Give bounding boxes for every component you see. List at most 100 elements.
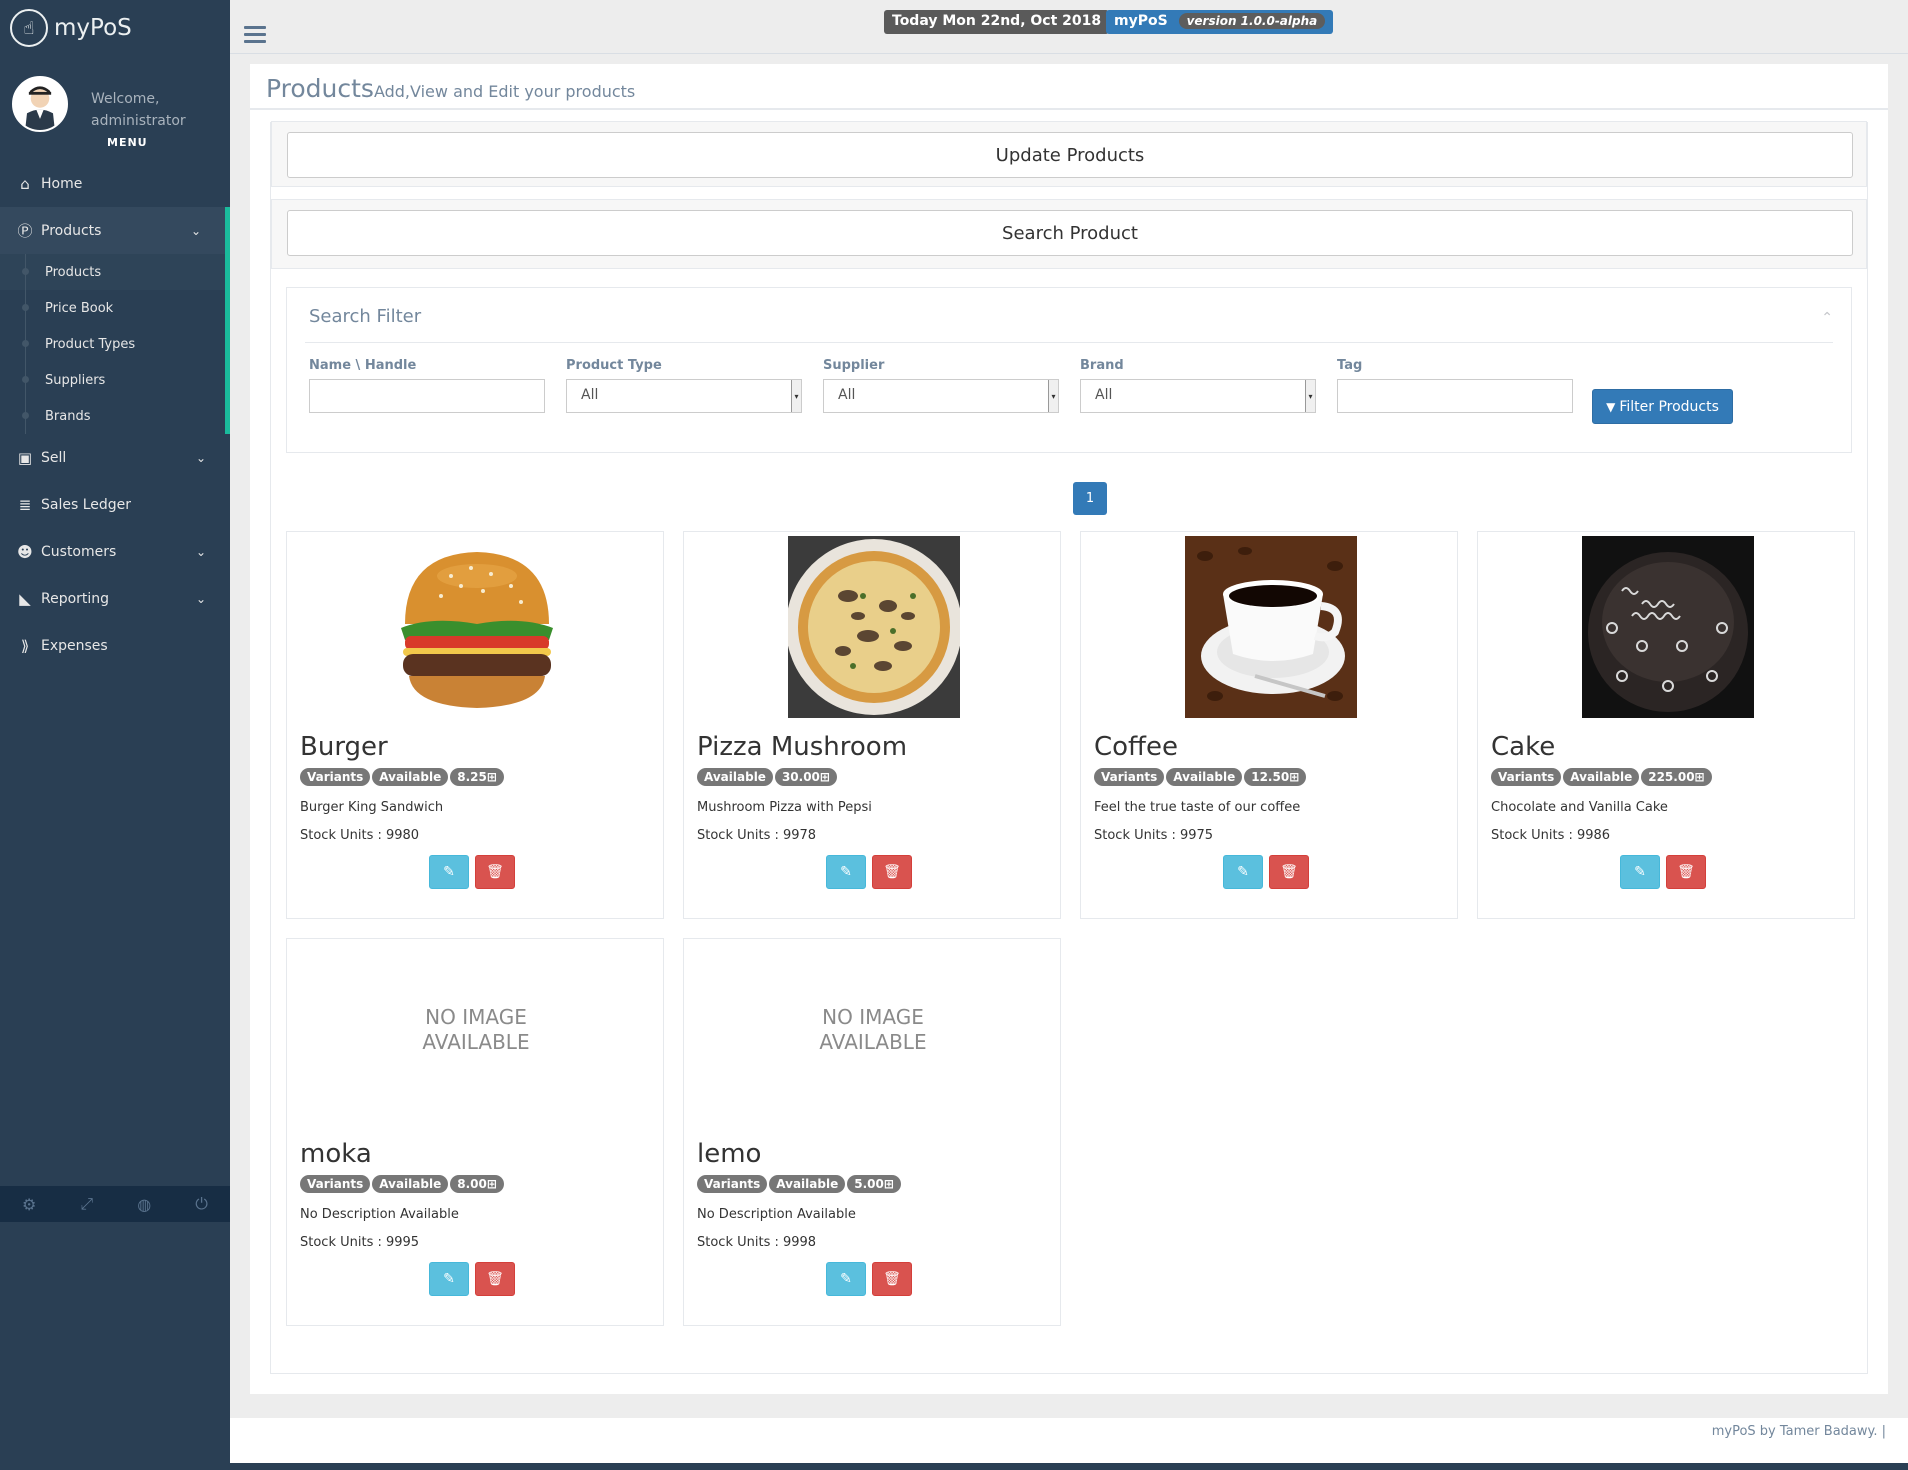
bottom-strip xyxy=(230,1463,1908,1470)
sidebar-footer: ⚙ ⤢ ◍ ⏻ xyxy=(0,1186,230,1222)
sidebar-item-label: Home xyxy=(41,175,83,192)
product-badges: Variants Available 225.00⊞ xyxy=(1491,768,1712,786)
pencil-icon: ✎ xyxy=(840,864,852,880)
brand[interactable]: ☝ myPoS xyxy=(0,0,230,56)
sidebar-item-home[interactable]: ⌂ Home xyxy=(0,160,230,207)
product-card: NO IMAGE AVAILABLE moka Variants Availab… xyxy=(286,938,664,1326)
sidebar-item-expenses[interactable]: ⟫ Expenses xyxy=(0,622,230,669)
search-filter: Search Filter ⌃ Name \ Handle Product Ty… xyxy=(286,287,1852,453)
sidebar-item-sales-ledger[interactable]: ≣ Sales Ledger xyxy=(0,481,230,528)
pencil-icon: ✎ xyxy=(1634,864,1646,880)
no-image-line-1: NO IMAGE xyxy=(822,1005,924,1029)
product-actions: ✎ 🗑 xyxy=(826,1262,912,1296)
database-icon: ≣ xyxy=(18,495,32,514)
delete-product-button[interactable]: 🗑 xyxy=(1666,855,1706,889)
price-badge: 225.00⊞ xyxy=(1641,768,1712,786)
product-image-cake xyxy=(1582,536,1754,718)
submenu-item-product-types[interactable]: Product Types xyxy=(0,326,225,362)
product-badges: Available 30.00⊞ xyxy=(697,768,837,786)
delete-product-button[interactable]: 🗑 xyxy=(475,1262,515,1296)
pencil-icon: ✎ xyxy=(1237,864,1249,880)
available-badge: Available xyxy=(769,1175,846,1193)
page-1-button[interactable]: 1 xyxy=(1073,482,1107,515)
available-badge: Available xyxy=(697,768,773,786)
submenu-item-products[interactable]: Products xyxy=(0,254,225,290)
product-type-label: Product Type xyxy=(566,358,662,373)
update-products-button[interactable]: Update Products xyxy=(287,132,1853,178)
sidebar-nav: ⌂ Home Ⓟ Products ⌄ Products Price Book … xyxy=(0,160,230,669)
submenu-item-price-book[interactable]: Price Book xyxy=(0,290,225,326)
fullscreen-icon[interactable]: ⤢ xyxy=(80,1194,93,1214)
supplier-filter: Supplier All ▾ xyxy=(823,358,1059,413)
variants-badge: Variants xyxy=(697,1175,768,1193)
product-card: Cake Variants Available 225.00⊞ Chocolat… xyxy=(1477,531,1855,919)
tag-input[interactable] xyxy=(1337,379,1573,413)
sidebar-item-label: Customers xyxy=(41,543,117,560)
variants-badge: Variants xyxy=(1491,768,1562,786)
trash-icon: 🗑 xyxy=(1677,864,1695,880)
submenu-item-brands[interactable]: Brands xyxy=(0,398,225,434)
settings-icon[interactable]: ⚙ xyxy=(22,1195,36,1214)
welcome-label: Welcome, xyxy=(91,91,160,107)
sidebar-item-customers[interactable]: ☻ Customers ⌄ xyxy=(0,528,230,575)
globe-icon[interactable]: ◍ xyxy=(137,1195,151,1214)
home-icon: ⌂ xyxy=(20,174,30,193)
available-badge: Available xyxy=(372,1175,449,1193)
avatar xyxy=(12,76,68,132)
search-product-button[interactable]: Search Product xyxy=(287,210,1853,256)
pencil-icon: ✎ xyxy=(840,1271,852,1287)
product-stock: Stock Units : 9986 xyxy=(1491,828,1611,843)
version-number: version 1.0.0-alpha xyxy=(1178,13,1326,29)
trash-icon: 🗑 xyxy=(486,864,504,880)
price-badge: 8.25⊞ xyxy=(450,768,504,786)
product-image-coffee xyxy=(1185,536,1357,718)
delete-product-button[interactable]: 🗑 xyxy=(872,855,912,889)
menu-toggle-icon[interactable] xyxy=(244,26,266,44)
product-image-burger xyxy=(391,536,563,718)
sidebar-item-sell[interactable]: ▣ Sell ⌄ xyxy=(0,434,230,481)
product-type-select[interactable]: All ▾ xyxy=(566,379,802,413)
variants-badge: Variants xyxy=(300,768,371,786)
edit-product-button[interactable]: ✎ xyxy=(826,855,866,889)
product-actions: ✎ 🗑 xyxy=(1620,855,1706,889)
no-image-placeholder: NO IMAGE AVAILABLE xyxy=(287,1005,665,1055)
brand-filter: Brand All ▾ xyxy=(1080,358,1316,413)
money-icon: ▣ xyxy=(17,448,33,467)
product-stock: Stock Units : 9978 xyxy=(697,828,817,843)
expenses-icon: ⟫ xyxy=(20,636,30,655)
delete-product-button[interactable]: 🗑 xyxy=(475,855,515,889)
edit-product-button[interactable]: ✎ xyxy=(429,855,469,889)
product-description: No Description Available xyxy=(300,1207,459,1222)
page-subtitle: Add,View and Edit your products xyxy=(373,82,636,101)
product-description: Feel the true taste of our coffee xyxy=(1094,800,1301,815)
brand-label: Brand xyxy=(1080,358,1124,373)
filter-products-button[interactable]: ▼ Filter Products xyxy=(1592,389,1733,424)
power-icon[interactable]: ⏻ xyxy=(195,1194,208,1214)
footer-credit: myPoS by Tamer Badawy. | xyxy=(1711,1424,1886,1439)
area-chart-icon: ◣ xyxy=(19,589,31,608)
chevron-up-icon[interactable]: ⌃ xyxy=(1821,310,1833,326)
price-badge: 12.50⊞ xyxy=(1244,768,1307,786)
product-name: Coffee xyxy=(1094,732,1178,762)
delete-product-button[interactable]: 🗑 xyxy=(1269,855,1309,889)
product-card: Pizza Mushroom Available 30.00⊞ Mushroom… xyxy=(683,531,1061,919)
trash-icon: 🗑 xyxy=(883,1271,901,1287)
edit-product-button[interactable]: ✎ xyxy=(429,1262,469,1296)
product-badges: Variants Available 5.00⊞ xyxy=(697,1175,901,1193)
sidebar-item-products[interactable]: Ⓟ Products ⌄ xyxy=(0,207,230,254)
product-p-icon: Ⓟ xyxy=(17,222,33,240)
product-card: Coffee Variants Available 12.50⊞ Feel th… xyxy=(1080,531,1458,919)
submenu-item-suppliers[interactable]: Suppliers xyxy=(0,362,225,398)
supplier-select[interactable]: All ▾ xyxy=(823,379,1059,413)
delete-product-button[interactable]: 🗑 xyxy=(872,1262,912,1296)
brand-select[interactable]: All ▾ xyxy=(1080,379,1316,413)
edit-product-button[interactable]: ✎ xyxy=(1620,855,1660,889)
date-badge: Today Mon 22nd, Oct 2018 xyxy=(884,10,1110,34)
name-input[interactable] xyxy=(309,379,545,413)
sidebar-item-reporting[interactable]: ◣ Reporting ⌄ xyxy=(0,575,230,622)
page-title: ProductsAdd,View and Edit your products xyxy=(266,74,635,103)
brand-value: All xyxy=(1095,387,1113,403)
edit-product-button[interactable]: ✎ xyxy=(826,1262,866,1296)
product-stock: Stock Units : 9995 xyxy=(300,1235,420,1250)
edit-product-button[interactable]: ✎ xyxy=(1223,855,1263,889)
